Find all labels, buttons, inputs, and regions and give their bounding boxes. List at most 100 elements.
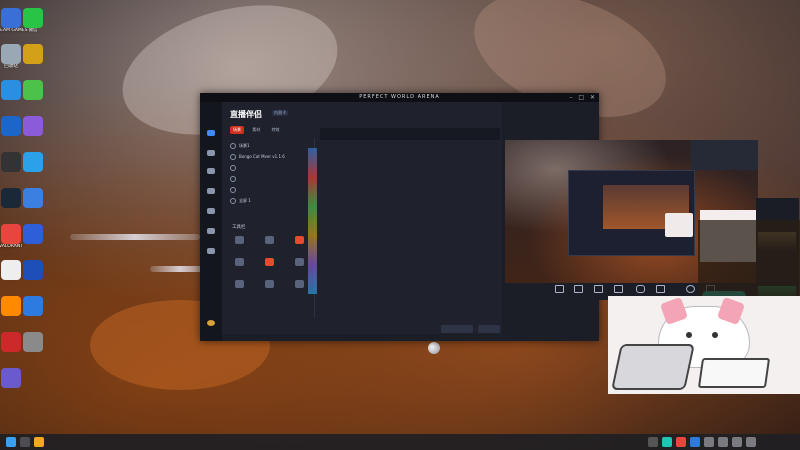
tool-button[interactable] — [226, 236, 252, 245]
cat-eye — [712, 332, 718, 338]
eye-icon[interactable] — [230, 187, 236, 193]
tool-button[interactable] — [286, 258, 312, 267]
eye-icon[interactable] — [230, 176, 236, 182]
rail-item-scene[interactable] — [203, 150, 219, 162]
taskbar-app-icon[interactable] — [746, 437, 756, 447]
app-icon — [23, 260, 43, 280]
chat-icon — [207, 168, 215, 174]
wallpaper-streak — [70, 234, 200, 240]
taskbar-app-icon[interactable] — [690, 437, 700, 447]
rail-item-gift[interactable] — [203, 188, 219, 200]
rail-item-tools[interactable] — [203, 228, 219, 240]
minimize-icon[interactable]: – — [569, 94, 572, 101]
desktop-icon[interactable] — [16, 188, 50, 208]
tools-icon — [207, 228, 215, 234]
app-icon — [23, 332, 43, 352]
scene-icon — [207, 150, 215, 156]
nested-app-window — [568, 170, 695, 256]
search-icon[interactable] — [20, 437, 30, 447]
eye-icon[interactable] — [230, 198, 236, 204]
eye-icon[interactable] — [230, 154, 236, 160]
desktop-icon[interactable] — [0, 368, 28, 388]
desktop-icon[interactable] — [16, 116, 50, 136]
control-item[interactable] — [609, 285, 627, 294]
desktop-icon[interactable] — [16, 44, 50, 64]
tool-icon — [294, 258, 304, 266]
desktop-icon-label: VALORANT — [0, 244, 23, 249]
desktop-icon[interactable]: 微信 — [16, 8, 50, 34]
left-panel: 直播伴侣 内测 4 场景 素材 特效 场景1 Bongo Cat Mver v1… — [222, 102, 502, 334]
control-item[interactable] — [589, 285, 607, 294]
close-icon[interactable]: ✕ — [590, 94, 595, 101]
maximize-icon[interactable]: □ — [578, 94, 584, 101]
taskbar-app-icon[interactable] — [34, 437, 44, 447]
rail-item-chat[interactable] — [203, 168, 219, 180]
taskbar-app-icon[interactable] — [718, 437, 728, 447]
rail-item-profile[interactable] — [203, 320, 219, 332]
tool-button[interactable] — [256, 236, 282, 245]
tool-button[interactable] — [256, 280, 282, 289]
desktop-icon[interactable] — [16, 152, 50, 172]
bottom-button-b[interactable] — [478, 325, 500, 333]
gift-icon — [207, 188, 215, 194]
tool-icon — [264, 280, 274, 288]
taskbar-app-icon[interactable] — [704, 437, 714, 447]
tool-button[interactable] — [286, 236, 312, 245]
eye-icon[interactable] — [230, 143, 236, 149]
rail-item-home[interactable] — [203, 130, 219, 142]
speaker-icon — [655, 285, 665, 293]
control-item[interactable] — [550, 285, 568, 294]
app-icon — [23, 188, 43, 208]
taskbar-app-icon[interactable] — [676, 437, 686, 447]
tool-icon — [264, 236, 274, 244]
tool-icon — [234, 280, 244, 288]
tool-button[interactable] — [226, 280, 252, 289]
start-button-icon[interactable] — [6, 437, 16, 447]
tool-button[interactable] — [256, 258, 282, 267]
settings-icon — [207, 248, 215, 254]
data-icon — [207, 208, 215, 214]
tab-scene[interactable]: 场景 — [230, 126, 244, 134]
desktop-icon[interactable] — [16, 296, 50, 316]
rail-item-settings[interactable] — [203, 248, 219, 260]
tool-icon — [294, 280, 304, 288]
rail-item-data[interactable] — [203, 208, 219, 220]
list-item[interactable] — [230, 173, 308, 184]
control-item[interactable] — [569, 285, 587, 294]
chat-overlay — [698, 220, 800, 296]
streaming-app-window[interactable]: PERFECT WORLD ARENA – □ ✕ 直播伴侣 内测 4 场景 素… — [200, 93, 799, 341]
tab-effects[interactable]: 特效 — [269, 126, 283, 134]
tool-icon — [234, 236, 244, 244]
list-item[interactable]: Bongo Cat Mver v1.1.6 — [230, 151, 308, 162]
window-icon — [593, 285, 603, 293]
app-brand: 直播伴侣 — [230, 110, 262, 119]
control-item[interactable] — [631, 285, 649, 294]
tab-material[interactable]: 素材 — [249, 126, 263, 134]
settings-icon — [685, 285, 695, 293]
taskbar-app-icon[interactable] — [732, 437, 742, 447]
control-item[interactable] — [681, 285, 699, 294]
list-item[interactable]: 全屏 1 — [230, 195, 308, 206]
list-item[interactable] — [230, 162, 308, 173]
panel-tabs: 场景 素材 特效 — [230, 126, 287, 134]
app-icon — [1, 368, 21, 388]
mic-icon — [635, 285, 645, 293]
app-icon — [23, 116, 43, 136]
desktop-icon[interactable] — [16, 332, 50, 352]
nested-overlay — [665, 213, 693, 237]
desktop-icon[interactable] — [16, 224, 50, 244]
control-item[interactable] — [651, 285, 669, 294]
list-item[interactable] — [230, 184, 308, 195]
taskbar-app-icon[interactable] — [648, 437, 658, 447]
tool-button[interactable] — [286, 280, 312, 289]
taskbar-app-icon[interactable] — [662, 437, 672, 447]
app-icon — [23, 152, 43, 172]
desktop-icon[interactable] — [16, 80, 50, 100]
tool-button[interactable] — [226, 258, 252, 267]
desktop-icon[interactable] — [16, 260, 50, 280]
window-controls[interactable]: – □ ✕ — [569, 94, 595, 101]
eye-icon[interactable] — [230, 165, 236, 171]
bottom-button-a[interactable] — [441, 325, 473, 333]
list-item[interactable]: 场景1 — [230, 140, 308, 151]
bongo-cat-overlay — [608, 296, 800, 394]
